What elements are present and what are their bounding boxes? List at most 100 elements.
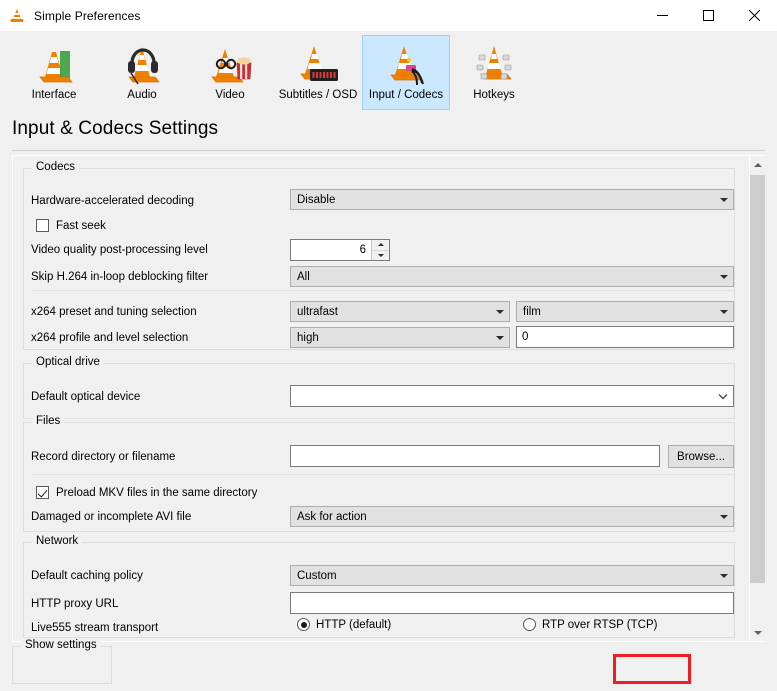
tab-label: Subtitles / OSD xyxy=(278,89,358,101)
scroll-down-button[interactable] xyxy=(750,624,765,641)
tab-audio[interactable]: Audio xyxy=(98,35,186,110)
fast-seek-checkbox[interactable]: Fast seek xyxy=(36,219,106,232)
live555-http-radio[interactable]: HTTP (default) xyxy=(297,618,391,631)
checkbox-box xyxy=(36,219,49,232)
http-proxy-input[interactable] xyxy=(290,592,734,614)
vlc-subtitles-icon xyxy=(294,41,342,87)
x264-preset-dropdown[interactable]: ultrafast xyxy=(290,301,510,322)
x264-tuning-dropdown[interactable]: film xyxy=(516,301,734,322)
files-divider xyxy=(31,474,735,475)
tab-subtitles-osd[interactable]: Subtitles / OSD xyxy=(274,35,362,110)
vlc-hotkeys-icon xyxy=(470,41,518,87)
x264-level-input[interactable] xyxy=(516,326,734,348)
x264-profile-dropdown[interactable]: high xyxy=(290,327,510,348)
group-label: Network xyxy=(32,535,83,547)
label-caching-policy: Default caching policy xyxy=(31,570,143,582)
tab-label: Input / Codecs xyxy=(368,89,444,101)
default-optical-device-combo[interactable] xyxy=(290,385,734,407)
tab-video[interactable]: Video xyxy=(186,35,274,110)
label-x264-profile: x264 profile and level selection xyxy=(31,332,189,344)
vlc-audio-icon xyxy=(118,41,166,87)
chevron-down-icon xyxy=(715,274,733,279)
x264-preset-value: ultrafast xyxy=(297,305,338,318)
tab-interface[interactable]: Interface xyxy=(10,35,98,110)
x264-tuning-value: film xyxy=(523,305,541,318)
chevron-down-icon xyxy=(715,573,733,578)
title-bar: Simple Preferences xyxy=(0,0,777,31)
settings-content: Codecs Hardware-accelerated decoding Dis… xyxy=(13,156,750,641)
codecs-divider xyxy=(31,290,735,291)
close-button[interactable] xyxy=(731,0,777,31)
group-label: Optical drive xyxy=(32,356,104,368)
caching-policy-value: Custom xyxy=(297,569,337,582)
live555-rtp-radio[interactable]: RTP over RTSP (TCP) xyxy=(523,618,657,631)
header-divider xyxy=(12,150,765,151)
live555-rtp-label: RTP over RTSP (TCP) xyxy=(542,618,658,631)
spinner-up-icon[interactable] xyxy=(372,240,389,251)
scrollbar-thumb[interactable] xyxy=(750,175,765,583)
label-hardware-decoding: Hardware-accelerated decoding xyxy=(31,195,195,207)
deblocking-filter-dropdown[interactable]: All xyxy=(290,266,734,287)
chevron-down-icon xyxy=(715,197,733,202)
record-directory-input[interactable] xyxy=(290,445,660,467)
vertical-scrollbar[interactable] xyxy=(749,156,765,641)
group-label: Codecs xyxy=(32,161,79,173)
tab-hotkeys[interactable]: Hotkeys xyxy=(450,35,538,110)
chevron-down-icon xyxy=(715,514,733,519)
preload-mkv-label: Preload MKV files in the same directory xyxy=(56,486,258,499)
deblocking-filter-value: All xyxy=(297,270,310,283)
settings-scroll-area: Codecs Hardware-accelerated decoding Dis… xyxy=(12,155,765,642)
tab-label: Hotkeys xyxy=(473,89,515,101)
hardware-decoding-value: Disable xyxy=(297,193,336,206)
simple-preferences-window: Simple Preferences Interface Audio Video… xyxy=(0,0,777,691)
chevron-down-icon xyxy=(715,309,733,314)
show-settings-group: Show settings xyxy=(12,639,112,684)
x264-profile-value: high xyxy=(297,331,319,344)
label-damaged-avi: Damaged or incomplete AVI file xyxy=(31,511,192,523)
label-live555-transport: Live555 stream transport xyxy=(31,622,159,634)
live555-http-label: HTTP (default) xyxy=(316,618,392,631)
vlc-input-codecs-icon xyxy=(382,41,430,87)
chevron-down-icon xyxy=(491,335,509,340)
browse-button[interactable]: Browse... xyxy=(668,445,734,468)
minimize-button[interactable] xyxy=(639,0,685,31)
post-processing-value: 6 xyxy=(359,244,366,256)
fast-seek-label: Fast seek xyxy=(56,219,106,232)
window-controls xyxy=(639,0,777,31)
scrollbar-track[interactable] xyxy=(750,173,765,624)
radio-dot xyxy=(523,618,536,631)
vlc-video-icon xyxy=(206,41,254,87)
spinner-buttons[interactable] xyxy=(371,240,389,260)
scroll-up-button[interactable] xyxy=(750,156,765,173)
show-settings-label: Show settings xyxy=(21,639,101,651)
category-toolbar: Interface Audio Video Subtitles / OSD In… xyxy=(0,31,777,114)
label-record-directory: Record directory or filename xyxy=(31,451,176,463)
label-post-processing: Video quality post-processing level xyxy=(31,244,208,256)
damaged-avi-value: Ask for action xyxy=(297,510,367,523)
spinner-down-icon[interactable] xyxy=(372,250,389,260)
tab-input-codecs[interactable]: Input / Codecs xyxy=(362,35,450,110)
caching-policy-dropdown[interactable]: Custom xyxy=(290,565,734,586)
vlc-interface-icon xyxy=(30,41,78,87)
damaged-avi-dropdown[interactable]: Ask for action xyxy=(290,506,734,527)
label-deblocking-filter: Skip H.264 in-loop deblocking filter xyxy=(31,271,209,283)
tab-label: Video xyxy=(215,89,245,101)
hardware-decoding-dropdown[interactable]: Disable xyxy=(290,189,734,210)
post-processing-spinbox[interactable]: 6 xyxy=(290,239,390,261)
checkbox-box xyxy=(36,486,49,499)
preload-mkv-checkbox[interactable]: Preload MKV files in the same directory xyxy=(36,486,257,499)
maximize-button[interactable] xyxy=(685,0,731,31)
chevron-down-icon xyxy=(491,309,509,314)
tab-label: Audio xyxy=(127,89,157,101)
chevron-down-icon xyxy=(713,393,733,400)
label-http-proxy: HTTP proxy URL xyxy=(31,598,119,610)
label-default-optical-device: Default optical device xyxy=(31,391,141,403)
group-label: Files xyxy=(32,415,65,427)
radio-dot xyxy=(297,618,310,631)
footer-bar: Show settings Simple All Reset Preferenc… xyxy=(0,639,777,691)
tab-label: Interface xyxy=(31,89,77,101)
page-title: Input & Codecs Settings xyxy=(12,118,219,139)
vlc-cone-icon xyxy=(9,8,25,24)
label-x264-preset: x264 preset and tuning selection xyxy=(31,306,197,318)
window-title: Simple Preferences xyxy=(34,8,141,23)
